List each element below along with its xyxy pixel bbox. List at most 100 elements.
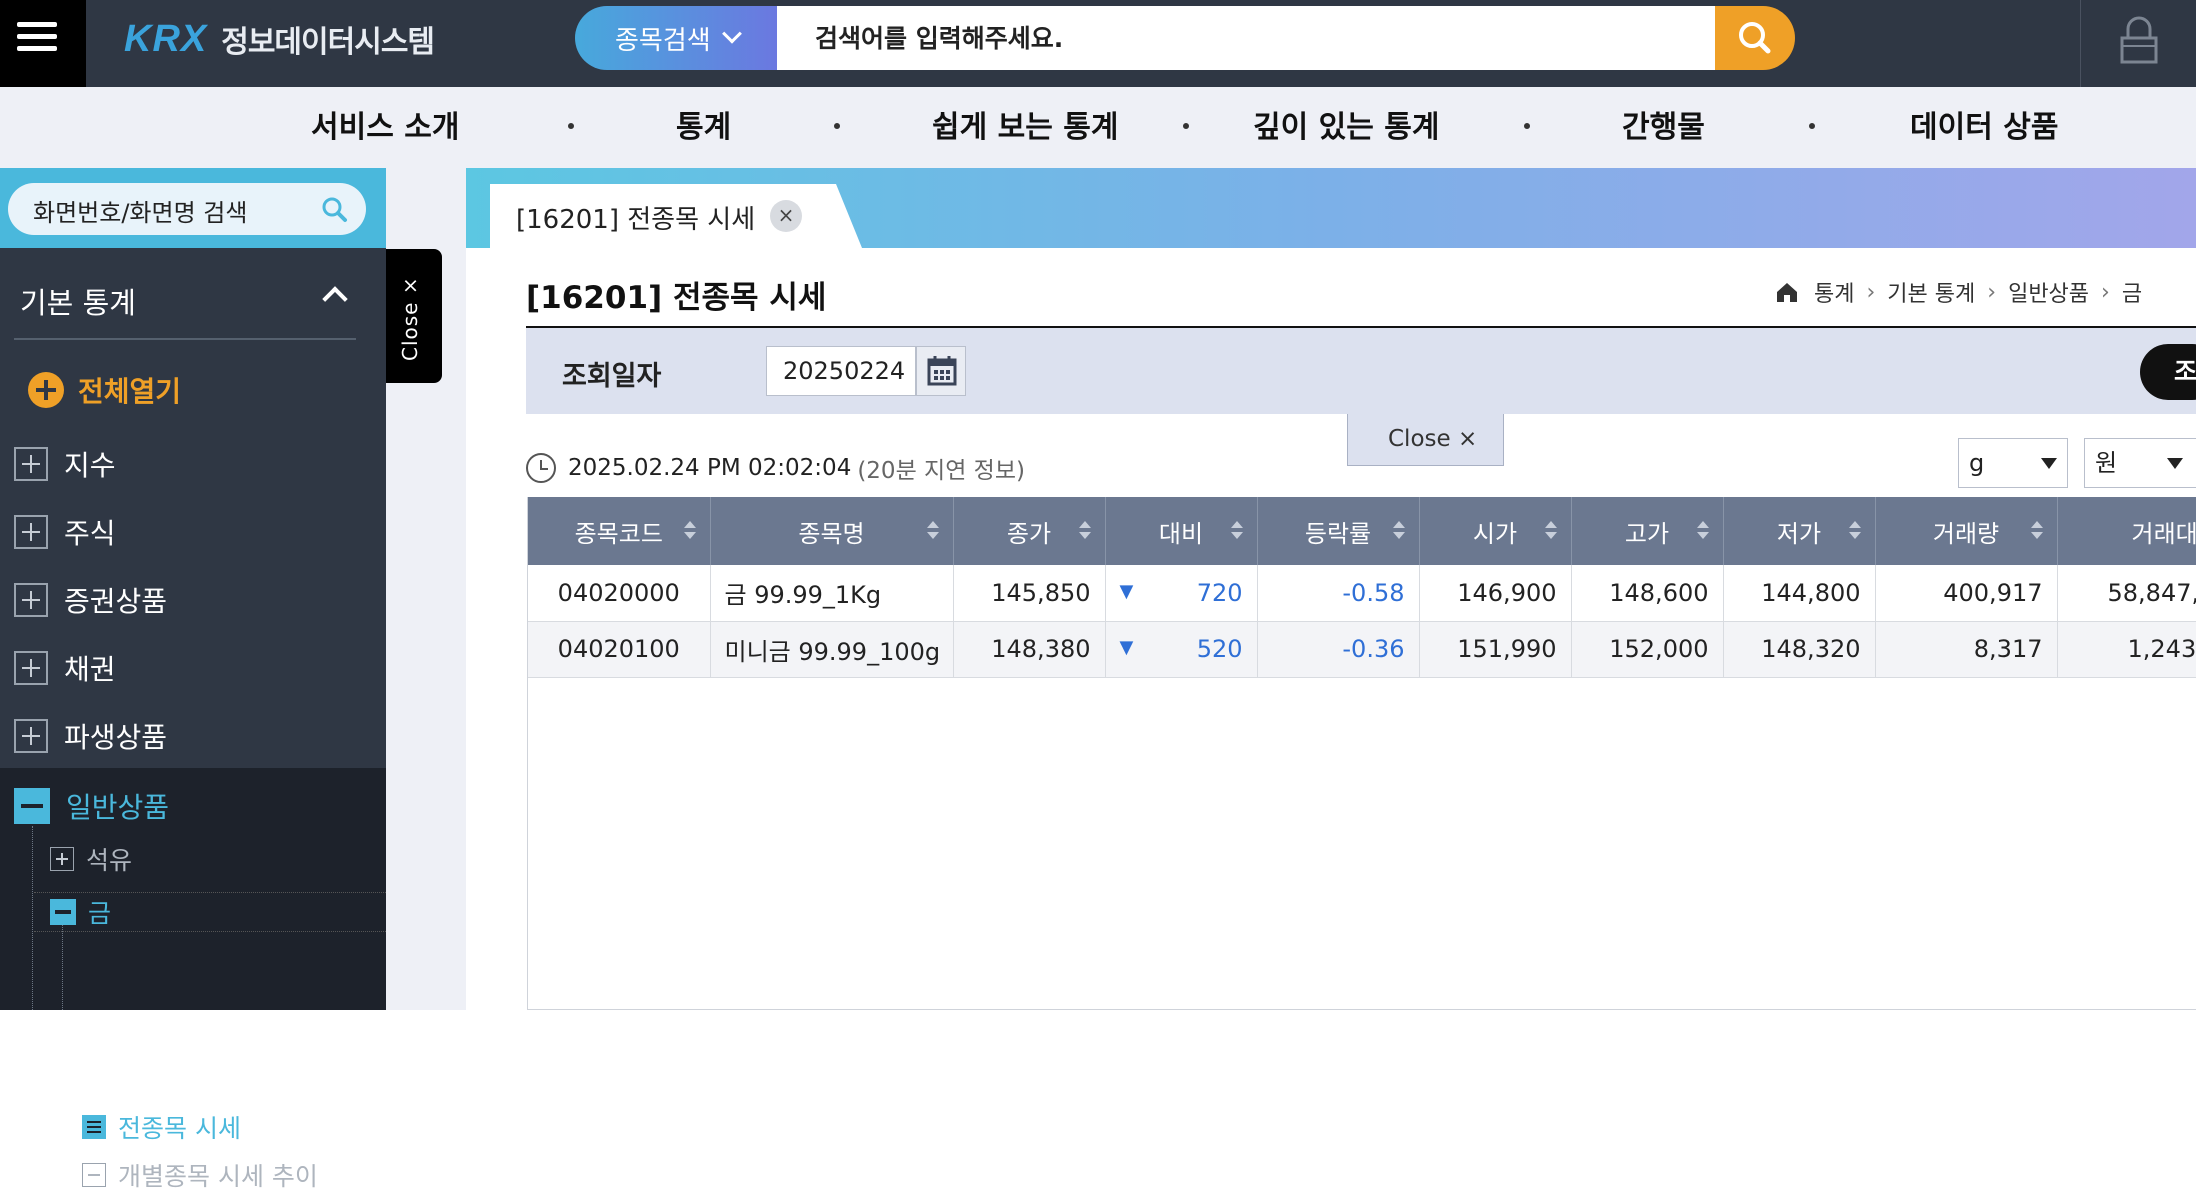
cell-code: 04020100 (528, 621, 711, 678)
cell-low: 148,320 (1723, 621, 1876, 678)
chevron-right-icon: › (1866, 279, 1876, 305)
nav-separator (568, 123, 574, 129)
column-header[interactable]: 종목명 (710, 497, 954, 565)
sidebar-item-securities-products[interactable]: 증권상품 (14, 580, 167, 620)
breadcrumb-item[interactable]: 기본 통계 (1887, 276, 1975, 308)
divider (14, 338, 356, 340)
sidebar-subitem-label: 금 (88, 899, 112, 928)
timestamp-value: 2025.02.24 PM 02:02:04 (568, 455, 852, 481)
cell-volume: 400,917 (1875, 565, 2058, 622)
cell-value: 1,243,6 (2057, 621, 2196, 678)
sidebar-item-index[interactable]: 지수 (14, 444, 116, 484)
sidebar-item-label: 증권상품 (64, 585, 168, 618)
tab-all-items-price[interactable]: [16201] 전종목 시세 × (490, 184, 862, 248)
column-header[interactable]: 저가 (1723, 497, 1876, 565)
sidebar-item-label: 채권 (64, 653, 116, 686)
data-timestamp: 2025.02.24 PM 02:02:04 (20분 지연 정보) (526, 452, 1025, 484)
search-icon (322, 197, 347, 222)
cell-open: 146,900 (1419, 565, 1572, 622)
chevron-up-icon[interactable] (322, 286, 348, 312)
open-all-button[interactable]: 전체열기 (14, 370, 181, 410)
query-date-input[interactable] (766, 346, 916, 396)
screen-search-input[interactable]: 화면번호/화면명 검색 (8, 183, 366, 235)
dropdown-arrow-icon (2041, 458, 2057, 469)
nav-item-data-products[interactable]: 데이터 상품 (1910, 87, 2058, 168)
sidebar-subitem-gold-all-prices[interactable]: 전종목 시세 (82, 1110, 241, 1144)
search-button[interactable] (1715, 6, 1795, 70)
expand-icon (14, 719, 48, 753)
table-header-row: 종목코드 종목명 종가 대비 등락률 시가 고가 저가 거래량 거래대금 (528, 497, 2196, 565)
cell-close: 148,380 (953, 621, 1106, 678)
login-button[interactable] (2080, 0, 2196, 87)
menu-icon[interactable] (0, 0, 86, 87)
document-icon (82, 1115, 106, 1139)
sidebar-subitem-gold-price-trend[interactable]: 개별종목 시세 추이 (82, 1158, 318, 1192)
cell-change-rate: -0.58 (1257, 565, 1420, 622)
column-header[interactable]: 시가 (1419, 497, 1572, 565)
column-header[interactable]: 거래량 (1875, 497, 2058, 565)
nav-item-deep-statistics[interactable]: 깊이 있는 통계 (1253, 87, 1440, 168)
currency-unit-select[interactable]: 원 (2084, 438, 2196, 488)
expand-icon (50, 847, 74, 871)
column-header[interactable]: 종가 (953, 497, 1106, 565)
column-header[interactable]: 대비 (1105, 497, 1258, 565)
document-icon (82, 1163, 106, 1187)
plus-circle-icon (28, 372, 64, 408)
currency-unit-value: 원 (2095, 449, 2118, 477)
expand-icon (14, 651, 48, 685)
cell-change: ▼ 720 (1105, 565, 1258, 622)
sidebar-item-label: 지수 (64, 449, 116, 482)
cell-change-rate: -0.36 (1257, 621, 1420, 678)
cell-volume: 8,317 (1875, 621, 2058, 678)
cell-name: 금 99.99_1Kg (710, 565, 954, 622)
expand-icon (14, 583, 48, 617)
column-header[interactable]: 종목코드 (528, 497, 711, 565)
tree-line (32, 826, 33, 1010)
filter-close-button[interactable]: Close × (1347, 414, 1504, 466)
sidebar-subitem-label: 개별종목 시세 추이 (118, 1162, 318, 1191)
nav-item-statistics[interactable]: 통계 (676, 87, 731, 168)
page-title: [16201] 전종목 시세 (526, 280, 827, 316)
main-nav: 서비스 소개 통계 쉽게 보는 통계 깊이 있는 통계 간행물 데이터 상품 (0, 87, 2196, 168)
sidebar-close-tab[interactable]: Close × (386, 249, 442, 383)
screen-search-placeholder: 화면번호/화면명 검색 (33, 199, 248, 227)
column-header[interactable]: 등락률 (1257, 497, 1420, 565)
breadcrumb-item[interactable]: 일반상품 (2008, 276, 2089, 308)
search-category-label: 종목검색 (615, 25, 711, 56)
tab-label: [16201] 전종목 시세 (516, 205, 756, 235)
global-search-input[interactable] (777, 6, 1715, 70)
nav-item-publications[interactable]: 간행물 (1622, 87, 1705, 168)
down-arrow-icon: ▼ (1119, 580, 1134, 602)
sidebar-subitem-oil[interactable]: 석유 (50, 842, 132, 876)
expand-icon (14, 515, 48, 549)
calendar-button[interactable] (916, 346, 966, 396)
search-category-dropdown[interactable]: 종목검색 (575, 6, 777, 70)
home-icon[interactable] (1774, 280, 1800, 304)
table-row[interactable]: 04020000 금 99.99_1Kg 145,850 ▼ 720 -0.58 … (528, 565, 2196, 622)
sort-icon (1230, 521, 1243, 541)
sort-icon (1696, 521, 1709, 541)
sidebar-item-derivatives[interactable]: 파생상품 (14, 716, 167, 756)
table-row[interactable]: 04020100 미니금 99.99_100g 148,380 ▼ 520 -0.… (528, 621, 2196, 678)
collapse-icon (14, 788, 50, 824)
logo-brand: KRX (124, 17, 208, 60)
cell-code: 04020000 (528, 565, 711, 622)
price-table: 종목코드 종목명 종가 대비 등락률 시가 고가 저가 거래량 거래대금 040… (527, 497, 2196, 1010)
breadcrumb-item[interactable]: 금 (2122, 276, 2142, 308)
sidebar-item-bonds[interactable]: 채권 (14, 648, 116, 688)
nav-item-service-intro[interactable]: 서비스 소개 (311, 87, 459, 168)
sidebar-subitem-label: 전종목 시세 (118, 1114, 241, 1143)
breadcrumb-item[interactable]: 통계 (1814, 276, 1854, 308)
sidebar-item-stocks[interactable]: 주식 (14, 512, 116, 552)
nav-item-easy-statistics[interactable]: 쉽게 보는 통계 (932, 87, 1119, 168)
weight-unit-select[interactable]: g (1958, 438, 2068, 488)
sidebar-subitem-gold[interactable]: 금 (34, 892, 386, 932)
nav-separator (1524, 123, 1530, 129)
sidebar-item-general-commodities[interactable]: 일반상품 (14, 786, 169, 826)
column-header[interactable]: 거래대금 (2057, 497, 2196, 565)
column-header[interactable]: 고가 (1571, 497, 1724, 565)
query-button[interactable]: 조회 (2140, 344, 2196, 400)
expand-icon (14, 447, 48, 481)
close-icon[interactable]: × (770, 200, 802, 232)
site-logo[interactable]: KRX 정보데이터시스템 (124, 14, 435, 64)
